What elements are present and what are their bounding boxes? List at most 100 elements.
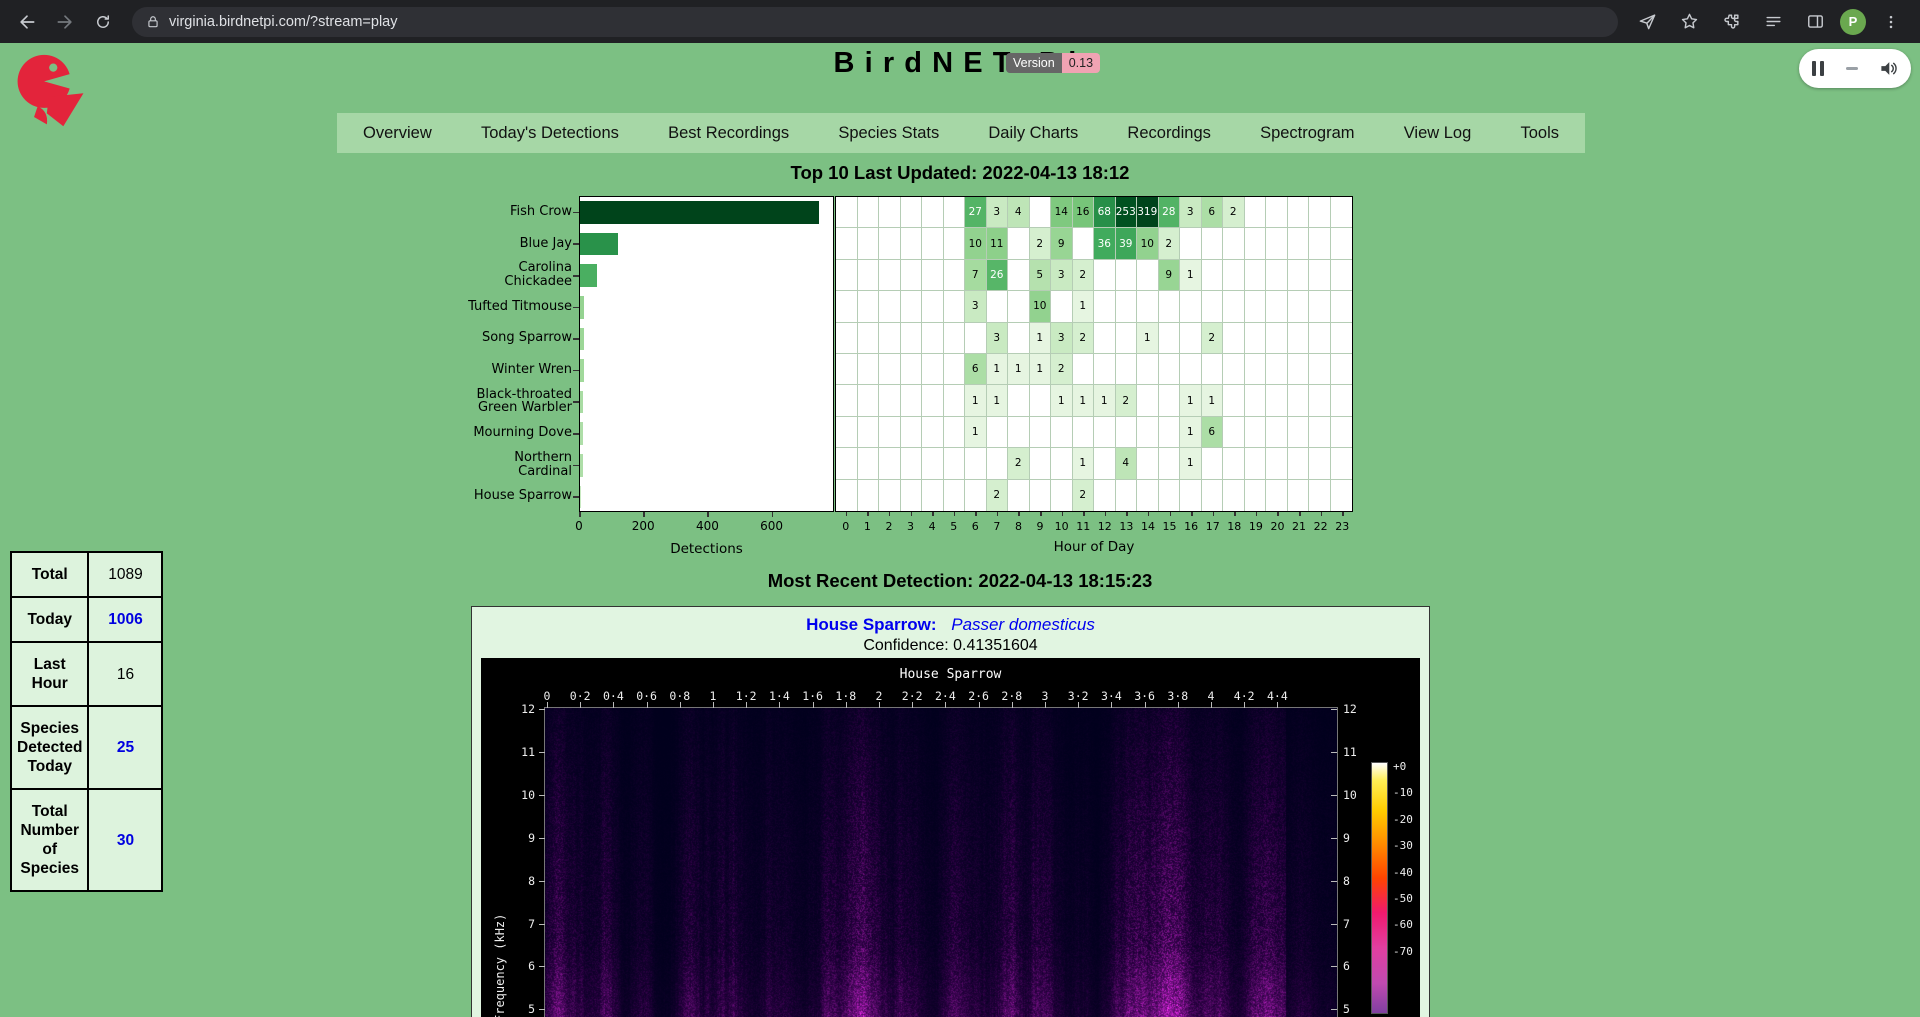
hour-tick-label: 11 <box>1071 520 1095 533</box>
species-scientific-link[interactable]: Passer domesticus <box>951 615 1095 634</box>
reload-button[interactable] <box>86 5 120 39</box>
nav-item-view-log[interactable]: View Log <box>1404 124 1472 143</box>
address-bar[interactable]: virginia.birdnetpi.com/?stream=play <box>132 7 1618 37</box>
heatmap-cell <box>922 385 944 416</box>
hour-tick <box>846 512 848 516</box>
species-name-link[interactable]: House Sparrow: <box>806 615 936 634</box>
heatmap-cell <box>879 291 901 322</box>
spec-y-tick <box>539 795 545 796</box>
side-panel-button[interactable] <box>1798 5 1832 39</box>
forward-icon <box>55 12 75 32</box>
speaker-icon[interactable] <box>1879 59 1898 78</box>
nav-item-today-s-detections[interactable]: Today's Detections <box>481 124 619 143</box>
spec-x-tick-label: 2 <box>862 689 896 703</box>
spec-x-tick-label: 3·6 <box>1128 689 1162 703</box>
hour-tick <box>1277 512 1279 516</box>
heatmap-cell: 3 <box>987 197 1009 228</box>
heatmap-cell <box>1159 354 1181 385</box>
heatmap-cell: 2 <box>1030 228 1052 259</box>
spec-x-tick <box>846 702 847 708</box>
heatmap-cell: 4 <box>1116 448 1138 479</box>
bar-x-tick-label: 0 <box>559 519 599 533</box>
heatmap-cell <box>1288 197 1310 228</box>
player-timeline[interactable] <box>1846 67 1858 70</box>
spec-x-tick <box>779 702 780 708</box>
heatmap-cell <box>879 448 901 479</box>
hour-tick <box>932 512 934 516</box>
spec-y-tick-right <box>1331 838 1337 839</box>
heatmap-cell <box>1223 323 1245 354</box>
heatmap-cell <box>901 323 923 354</box>
hour-tick-label: 13 <box>1114 520 1138 533</box>
forward-button[interactable] <box>48 5 82 39</box>
nav-item-daily-charts[interactable]: Daily Charts <box>988 124 1078 143</box>
back-button[interactable] <box>10 5 44 39</box>
heatmap-cell <box>1288 448 1310 479</box>
spec-x-tick-label: 2·6 <box>962 689 996 703</box>
stat-label: Total Number of Species <box>11 789 88 891</box>
nav-item-species-stats[interactable]: Species Stats <box>838 124 939 143</box>
heatmap-cell <box>858 354 880 385</box>
heatmap-cell <box>1331 260 1353 291</box>
nav-item-tools[interactable]: Tools <box>1520 124 1559 143</box>
heatmap-cell: 3 <box>1051 260 1073 291</box>
reading-list-button[interactable] <box>1756 5 1790 39</box>
y-tick <box>573 496 579 498</box>
stats-table: Total1089Today1006Last Hour16Species Det… <box>10 551 163 892</box>
version-badge[interactable]: Version 0.13 <box>1006 53 1100 73</box>
spec-y-tick <box>539 1009 545 1010</box>
spec-x-tick-label: 1·6 <box>796 689 830 703</box>
heatmap-cell: 1 <box>1094 385 1116 416</box>
hour-tick-label: 2 <box>877 520 901 533</box>
hour-heatmap-plot: 2734141668253319283621011293639102726532… <box>835 196 1353 512</box>
heatmap-cell <box>1159 385 1181 416</box>
extensions-button[interactable] <box>1714 5 1748 39</box>
colorbar-tick-label: +0 <box>1393 760 1427 773</box>
hour-tick <box>1126 512 1128 516</box>
heatmap-cell: 3 <box>1180 197 1202 228</box>
y-tick <box>573 370 579 372</box>
heatmap-cell <box>1266 291 1288 322</box>
hour-tick-label: 17 <box>1201 520 1225 533</box>
heatmap-cell: 16 <box>1073 197 1095 228</box>
stat-value[interactable]: 1006 <box>88 597 162 642</box>
heatmap-cell: 4 <box>1008 197 1030 228</box>
spectrogram-title: House Sparrow <box>481 667 1420 682</box>
spec-x-tick-label: 3·4 <box>1094 689 1128 703</box>
hour-tick <box>1234 512 1236 516</box>
colorbar-tick-label: -30 <box>1393 839 1427 852</box>
heatmap-cell: 1 <box>965 385 987 416</box>
audio-player[interactable] <box>1799 49 1911 88</box>
nav-item-spectrogram[interactable]: Spectrogram <box>1260 124 1354 143</box>
profile-avatar[interactable]: P <box>1840 9 1866 35</box>
heatmap-cell: 10 <box>965 228 987 259</box>
stat-label: Species Detected Today <box>11 706 88 789</box>
colorbar-tick-label: -10 <box>1393 786 1427 799</box>
hour-tick-label: 1 <box>855 520 879 533</box>
heatmap-cell <box>944 417 966 448</box>
detections-bar-plot <box>579 196 834 512</box>
heatmap-cell <box>944 448 966 479</box>
heatmap-cell <box>879 385 901 416</box>
bookmark-button[interactable] <box>1672 5 1706 39</box>
heatmap-cell <box>1245 480 1267 511</box>
hour-tick-label: 22 <box>1309 520 1333 533</box>
nav-item-best-recordings[interactable]: Best Recordings <box>668 124 789 143</box>
nav-item-recordings[interactable]: Recordings <box>1127 124 1210 143</box>
pause-button[interactable] <box>1812 61 1824 76</box>
species-label: Carolina Chickadee <box>330 259 572 291</box>
nav-item-overview[interactable]: Overview <box>363 124 432 143</box>
hour-tick <box>1018 512 1020 516</box>
stat-value[interactable]: 30 <box>88 789 162 891</box>
spec-x-tick <box>945 702 946 708</box>
detection-species-line: House Sparrow: Passer domesticus <box>472 615 1429 635</box>
share-button[interactable] <box>1630 5 1664 39</box>
y-tick <box>573 433 579 435</box>
heatmap-cell: 1 <box>1202 385 1224 416</box>
stat-value[interactable]: 25 <box>88 706 162 789</box>
browser-menu-button[interactable] <box>1874 5 1908 39</box>
species-label: Winter Wren <box>330 354 572 386</box>
kebab-menu-icon <box>1882 13 1900 31</box>
hour-tick-label: 10 <box>1050 520 1074 533</box>
detections-bar <box>580 359 584 382</box>
